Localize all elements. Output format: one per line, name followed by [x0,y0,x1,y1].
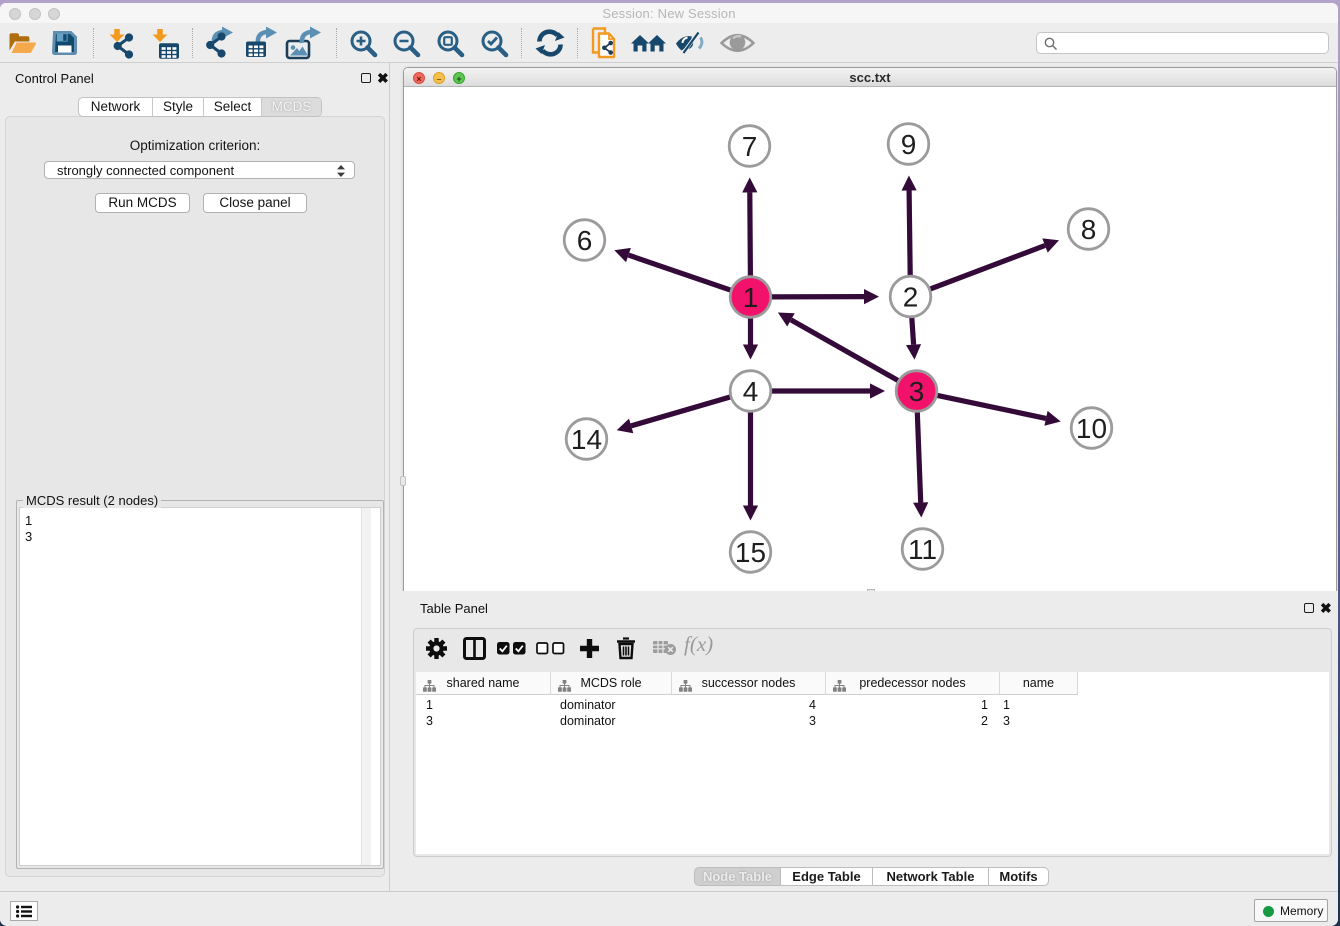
svg-text:3: 3 [909,376,925,407]
svg-text:7: 7 [742,131,758,162]
svg-text:8: 8 [1081,214,1097,245]
svg-text:10: 10 [1076,413,1107,444]
svg-text:14: 14 [571,424,602,455]
svg-text:4: 4 [743,376,759,407]
svg-text:15: 15 [735,537,766,568]
svg-text:6: 6 [577,225,593,256]
svg-text:11: 11 [908,534,937,565]
svg-text:1: 1 [743,282,759,313]
svg-text:2: 2 [903,281,919,312]
svg-text:9: 9 [901,129,917,160]
